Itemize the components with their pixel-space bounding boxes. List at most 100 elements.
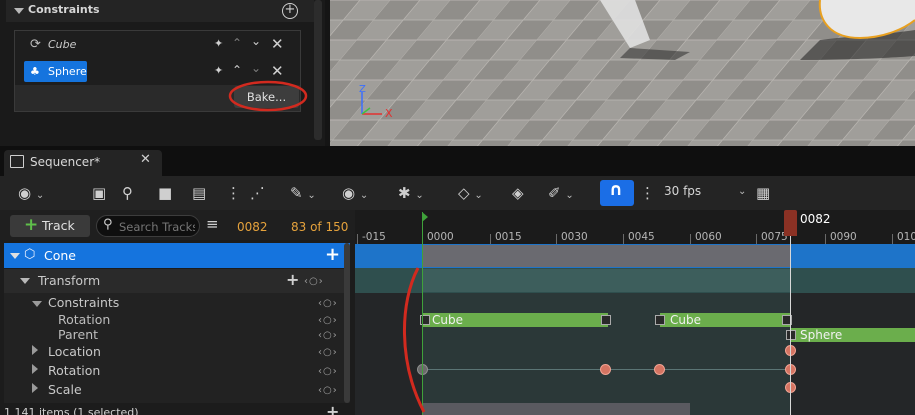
keyframe[interactable] xyxy=(600,364,611,375)
sequencer-tab-label: Sequencer* xyxy=(30,155,101,169)
tick-label: 0015 xyxy=(495,231,522,243)
tick-label: 010 xyxy=(897,231,915,243)
tick-label: 0060 xyxy=(695,231,722,243)
expand-arrow-icon[interactable] xyxy=(10,253,20,259)
track-label-location: Location xyxy=(48,344,101,359)
unreal-editor-window: Constraints + ⟳ Cube ✦ ⌃ ⌄ ✕ ♣ Sphere ✦ … xyxy=(0,0,915,415)
graph-view-icon[interactable]: ▦ xyxy=(756,183,770,203)
annotation-circle xyxy=(228,80,308,112)
expand-arrow-icon[interactable] xyxy=(32,364,38,374)
constraint-section-sphere[interactable]: Sphere xyxy=(790,328,915,342)
outliner-scrollbar[interactable] xyxy=(344,243,350,403)
move-up-icon[interactable]: ⌃ xyxy=(232,63,242,77)
save-icon[interactable]: ▣ xyxy=(92,183,106,203)
tick-label: 0045 xyxy=(628,231,655,243)
track-label-parent: Parent xyxy=(58,327,99,342)
find-asset-icon[interactable]: ⚲ xyxy=(122,183,133,203)
constraint-label-sphere: Sphere xyxy=(48,65,87,78)
panel-scrollbar[interactable] xyxy=(314,0,322,140)
playback-settings-icon[interactable]: ✱ ⌄ xyxy=(398,183,424,203)
keyframe-nav-icon[interactable]: ‹○› xyxy=(318,298,338,309)
frame-count: 83 of 150 xyxy=(291,220,349,234)
add-key-icon[interactable]: + xyxy=(286,270,299,289)
keyframe-nav-icon[interactable]: ‹○› xyxy=(318,347,338,358)
camera-icon[interactable]: ■ xyxy=(158,183,172,203)
search-field[interactable] xyxy=(119,218,195,235)
tick-label: 0000 xyxy=(427,231,454,243)
constraints-title: Constraints xyxy=(28,3,100,16)
move-down-icon[interactable]: ⌄ xyxy=(251,61,261,75)
bake-key-icon[interactable]: ✦ xyxy=(214,37,223,50)
frame-rate-select[interactable]: 30 fps xyxy=(664,184,701,198)
tools-icon[interactable]: ✎ ⌄ xyxy=(290,183,316,203)
tick-mark xyxy=(825,234,826,244)
collapse-arrow-icon[interactable] xyxy=(14,8,24,14)
plus-icon: + xyxy=(24,215,39,235)
move-down-icon[interactable]: ⌄ xyxy=(251,34,261,48)
expand-arrow-icon[interactable] xyxy=(32,301,42,307)
playhead-handle[interactable] xyxy=(784,210,797,236)
track-label-rotation-sub: Rotation xyxy=(58,312,111,327)
current-frame[interactable]: 0082 xyxy=(237,220,268,234)
keyframe-nav-icon[interactable]: ‹○› xyxy=(318,330,338,341)
section-handle[interactable] xyxy=(786,330,796,340)
bake-key-icon[interactable]: ✦ xyxy=(214,64,223,77)
add-track-label: Track xyxy=(42,218,75,233)
edit-icon[interactable]: ✐ ⌄ xyxy=(548,183,574,203)
search-tracks-input[interactable]: ⚲ xyxy=(96,215,200,237)
axis-x-label: X xyxy=(385,107,393,120)
key-interpolation-icon[interactable]: ◇ ⌄ xyxy=(458,183,483,203)
tick-mark xyxy=(623,234,624,244)
viewport-scene xyxy=(330,0,915,146)
tick-label: 0090 xyxy=(830,231,857,243)
tick-mark xyxy=(490,234,491,244)
track-label-cone: Cone xyxy=(44,248,76,263)
chevron-down-icon[interactable]: ⌄ xyxy=(738,186,746,197)
add-constraint-icon[interactable]: + xyxy=(282,3,298,19)
world-icon[interactable]: ◉ ⌄ xyxy=(18,183,44,203)
sequencer-icon xyxy=(10,155,24,168)
keyframe-nav-icon[interactable]: ‹○› xyxy=(304,276,324,287)
filter-icon[interactable]: ≡ xyxy=(206,215,219,233)
curve-editor-icon[interactable]: ⋰ xyxy=(250,183,265,203)
section-bar[interactable] xyxy=(422,403,690,415)
level-viewport[interactable]: Z X xyxy=(330,0,915,146)
section-handle[interactable] xyxy=(601,315,611,325)
snap-options-icon[interactable]: ⋮ xyxy=(640,183,655,203)
move-up-icon[interactable]: ⌃ xyxy=(232,36,242,50)
magnet-icon: ∩ xyxy=(609,180,623,200)
cone-section[interactable] xyxy=(422,245,790,267)
constraint-section-cube[interactable]: Cube xyxy=(660,313,790,327)
track-label-constraints: Constraints xyxy=(48,295,120,310)
more-options-icon[interactable]: ⋮ xyxy=(226,183,241,203)
constraint-label-cube: Cube xyxy=(48,38,77,51)
expand-arrow-icon[interactable] xyxy=(20,278,30,284)
section-handle[interactable] xyxy=(655,315,665,325)
constraint-section-cube[interactable]: Cube xyxy=(422,313,608,327)
expand-arrow-icon[interactable] xyxy=(32,383,38,393)
delete-constraint-icon[interactable]: ✕ xyxy=(271,35,284,53)
add-track-button[interactable]: + Track xyxy=(10,215,90,237)
tick-mark xyxy=(690,234,691,244)
add-icon[interactable]: + xyxy=(326,402,339,415)
refresh-icon: ⟳ xyxy=(30,37,41,52)
expand-arrow-icon[interactable] xyxy=(32,345,38,355)
visibility-icon[interactable]: ◉ ⌄ xyxy=(342,183,368,203)
close-tab-icon[interactable]: ✕ xyxy=(140,152,151,167)
playhead-line[interactable] xyxy=(790,232,791,415)
start-marker-icon[interactable] xyxy=(422,212,428,222)
track-label-rotation: Rotation xyxy=(48,363,101,378)
hierarchy-icon: ♣ xyxy=(30,65,40,78)
add-subtrack-icon[interactable]: + xyxy=(325,244,340,265)
transform-section[interactable] xyxy=(422,269,790,292)
annotation-arc xyxy=(402,267,426,413)
render-movie-icon[interactable]: ▤ xyxy=(192,183,206,203)
keyframe[interactable] xyxy=(654,364,665,375)
tick-label: -015 xyxy=(362,231,386,243)
keyframe-nav-icon[interactable]: ‹○› xyxy=(318,366,338,377)
keyframe-nav-icon[interactable]: ‹○› xyxy=(318,385,338,396)
keyframe-nav-icon[interactable]: ‹○› xyxy=(318,315,338,326)
mesh-icon: ⬡ xyxy=(24,247,36,262)
track-label-transform: Transform xyxy=(38,273,101,288)
auto-key-icon[interactable]: ◈ xyxy=(512,183,524,203)
